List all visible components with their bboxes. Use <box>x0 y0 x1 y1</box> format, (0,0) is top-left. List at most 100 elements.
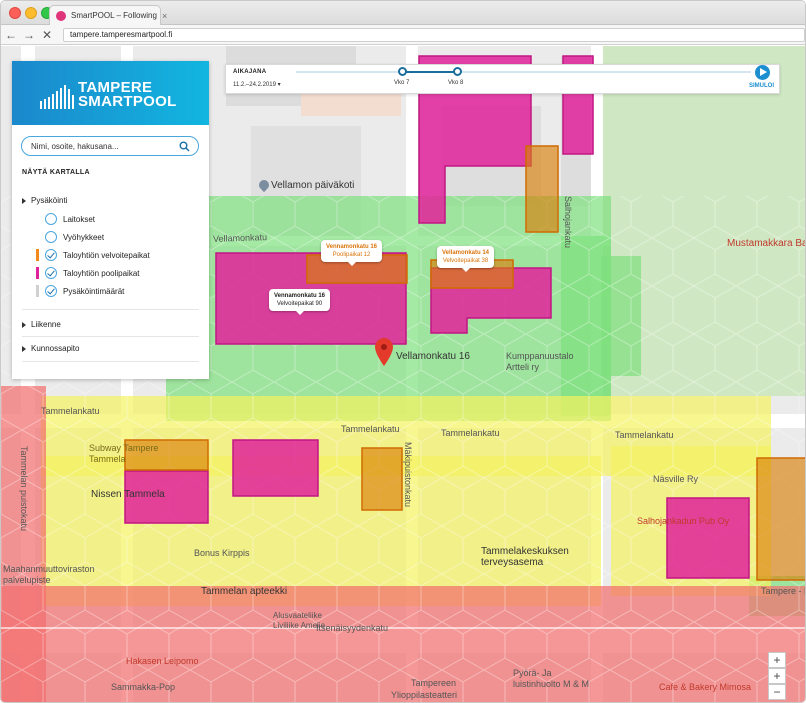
back-icon[interactable]: ← <box>3 27 19 43</box>
map-label-tammelankatu-4: Tammelankatu <box>615 430 674 440</box>
search-placeholder: Nimi, osoite, hakusana... <box>31 141 119 151</box>
layer-vyohykkeet[interactable]: Vyöhykkeet <box>36 231 104 243</box>
timeline-track[interactable] <box>296 71 751 73</box>
map-label-ylioppilas[interactable]: Ylioppilasteatteri <box>391 690 457 700</box>
map-label-sammakka[interactable]: Sammakka-Pop <box>111 682 175 692</box>
tab-title: SmartPOOL – Following <box>71 11 157 20</box>
layer-velvoitepaikat[interactable]: Taloyhtiön velvoitepaikat <box>36 249 150 261</box>
map-label-tammelan-puistokatu: Tammelan puistokatu <box>19 446 29 532</box>
checkbox-laitokset[interactable] <box>45 213 57 225</box>
map-label-vellamonkatu-road: Vellamonkatu <box>212 232 268 244</box>
chevron-right-icon <box>22 345 26 352</box>
zoom-extra-button[interactable]: + <box>768 668 786 684</box>
group-label: Pysäköinti <box>31 196 68 205</box>
timeline-title: AIKAJANA <box>233 69 267 75</box>
layer-label: Vyöhykkeet <box>63 232 105 242</box>
map-label-hakasen[interactable]: Hakasen Leipomo <box>126 656 199 666</box>
map-label-cafe-mimosa[interactable]: Cafe & Bakery Mimosa <box>659 682 751 692</box>
map-label-salhojankadun-pub[interactable]: Salhojankadun Pub Oy <box>637 516 729 526</box>
layer-label: Taloyhtiön velvoitepaikat <box>63 250 150 260</box>
title-bar: SmartPOOL – Following × <box>1 1 805 25</box>
map-label-nissen[interactable]: Nissen Tammela <box>91 489 165 500</box>
reload-icon[interactable]: ✕ <box>39 27 55 43</box>
logo-text-line2: SMARTPOOL <box>78 93 177 110</box>
callout-sub: Poolipaikat 12 <box>332 252 371 258</box>
tab-close-icon[interactable]: × <box>162 11 167 21</box>
checkbox-velvoitepaikat[interactable] <box>45 249 57 261</box>
timeline-week-7: Vko 7 <box>394 80 410 86</box>
layer-swatch <box>36 285 39 297</box>
callout-vennamonkatu-obligation[interactable]: Vennamonkatu 16 Velvoitepaikat 90 <box>269 289 331 315</box>
callout-title: Vennamonkatu 16 <box>326 244 378 250</box>
map-label-paivakoti[interactable]: Vellamon päiväkoti <box>271 180 354 191</box>
callout-sub: Velvoitepaikat 38 <box>442 258 489 264</box>
chevron-right-icon <box>22 321 26 328</box>
timeline-start-handle[interactable] <box>398 67 407 76</box>
group-label: Liikenne <box>31 320 61 329</box>
map-label-tammelakeskus[interactable]: Tammelakeskuksen terveysasema <box>481 546 591 568</box>
forward-icon[interactable]: → <box>21 27 37 43</box>
checkbox-vyohykkeet[interactable] <box>45 231 57 243</box>
layer-swatch <box>36 267 39 279</box>
layer-swatch <box>36 249 39 261</box>
map-label-salhojankatu: Salhojankatu <box>563 196 573 249</box>
simulate-button[interactable]: SIMULOI <box>749 83 774 89</box>
browser-toolbar: ← → ✕ tampere.tamperesmartpool.fi <box>1 25 805 45</box>
timeline-bar: AIKAJANA 11.2.–24.2.2019 ▾ Vko 7 Vko 8 S… <box>225 64 780 94</box>
timeline-range-select[interactable]: 11.2.–24.2.2019 ▾ <box>233 81 281 88</box>
divider <box>22 309 199 310</box>
timeline-week-8: Vko 8 <box>448 80 464 86</box>
map-label-kumppanuustalo[interactable]: Kumppanuustalo Artteli ry <box>506 351 586 373</box>
checkbox-pysakointimaarat[interactable] <box>45 285 57 297</box>
callout-vellamonkatu-obligation[interactable]: Vellamonkatu 14 Velvoitepaikat 38 <box>437 246 495 272</box>
address-bar[interactable]: tampere.tamperesmartpool.fi <box>63 27 805 42</box>
group-label: Kunnossapito <box>31 344 80 353</box>
map-label-bonus[interactable]: Bonus Kirppis <box>194 548 250 558</box>
play-icon[interactable] <box>755 65 770 80</box>
map-label-tampereen[interactable]: Tampereen <box>411 678 456 688</box>
map-label-maahanmuutto[interactable]: Maahanmuuttoviraston palvelupiste <box>3 564 113 586</box>
callout-title: Vellamonkatu 14 <box>442 250 490 256</box>
map-label-itsenaisyydenkatu: Itsenäisyydenkatu <box>316 623 389 633</box>
map-label-vellamonkatu16: Vellamonkatu 16 <box>396 351 470 362</box>
chevron-right-icon <box>22 197 26 204</box>
map-label-pyora[interactable]: Pyörä- Ja luistinhuolto M & M <box>513 668 623 690</box>
timeline-end-handle[interactable] <box>453 67 462 76</box>
layer-swatch <box>36 213 39 225</box>
group-kunnossapito[interactable]: Kunnossapito <box>22 344 79 353</box>
timeline-selected-range <box>403 71 458 73</box>
map-label-makipuistonkatu: Mäkipuistonkatu <box>403 442 413 508</box>
minimize-window-button[interactable] <box>25 7 37 19</box>
map-label-tammelankatu-3: Tammelankatu <box>441 428 500 438</box>
checkbox-poolipaikat[interactable] <box>45 267 57 279</box>
zoom-in-button[interactable]: + <box>768 652 786 668</box>
divider <box>22 336 199 337</box>
layer-laitokset[interactable]: Laitokset <box>36 213 95 225</box>
layer-label: Taloyhtiön poolipaikat <box>63 268 140 278</box>
map-label-tammelankatu-1: Tammelankatu <box>41 406 100 416</box>
zoom-out-button[interactable]: − <box>768 684 786 700</box>
group-liikenne[interactable]: Liikenne <box>22 320 61 329</box>
callout-title: Vennamonkatu 16 <box>274 293 326 299</box>
layer-poolipaikat[interactable]: Taloyhtiön poolipaikat <box>36 267 140 279</box>
group-pysakointi[interactable]: Pysäköinti <box>22 196 67 205</box>
browser-tab[interactable]: SmartPOOL – Following × <box>49 5 167 25</box>
callout-vennamonkatu-pool[interactable]: Vennamonkatu 16 Poolipaikat 12 <box>321 240 383 266</box>
show-on-map-title: NÄYTÄ KARTALLA <box>22 169 90 176</box>
close-window-button[interactable] <box>9 7 21 19</box>
layer-label: Laitokset <box>63 214 96 224</box>
callout-sub: Velvoitepaikat 90 <box>276 301 323 307</box>
smartpool-favicon-icon <box>56 10 66 21</box>
browser-window: SmartPOOL – Following × ← → ✕ tampere.ta… <box>0 0 806 703</box>
map-label-mustamakkara[interactable]: Mustamakkara Ba <box>727 238 805 249</box>
layer-pysakointimaarat[interactable]: Pysäköintimäärät <box>36 285 124 297</box>
map-label-tampere-k[interactable]: Tampere - K <box>761 586 805 596</box>
map-label-naasville[interactable]: Näsville Ry <box>653 474 698 484</box>
smartpool-logo-icon <box>40 85 74 109</box>
search-icon[interactable] <box>179 141 190 152</box>
side-panel: TAMPERE SMARTPOOL Nimi, osoite, hakusana… <box>12 61 209 379</box>
map-label-apteekki[interactable]: Tammelan apteekki <box>201 586 287 597</box>
search-input[interactable]: Nimi, osoite, hakusana... <box>21 136 199 156</box>
layer-swatch <box>36 231 39 243</box>
map-label-subway[interactable]: Subway Tampere Tammela <box>89 443 189 465</box>
